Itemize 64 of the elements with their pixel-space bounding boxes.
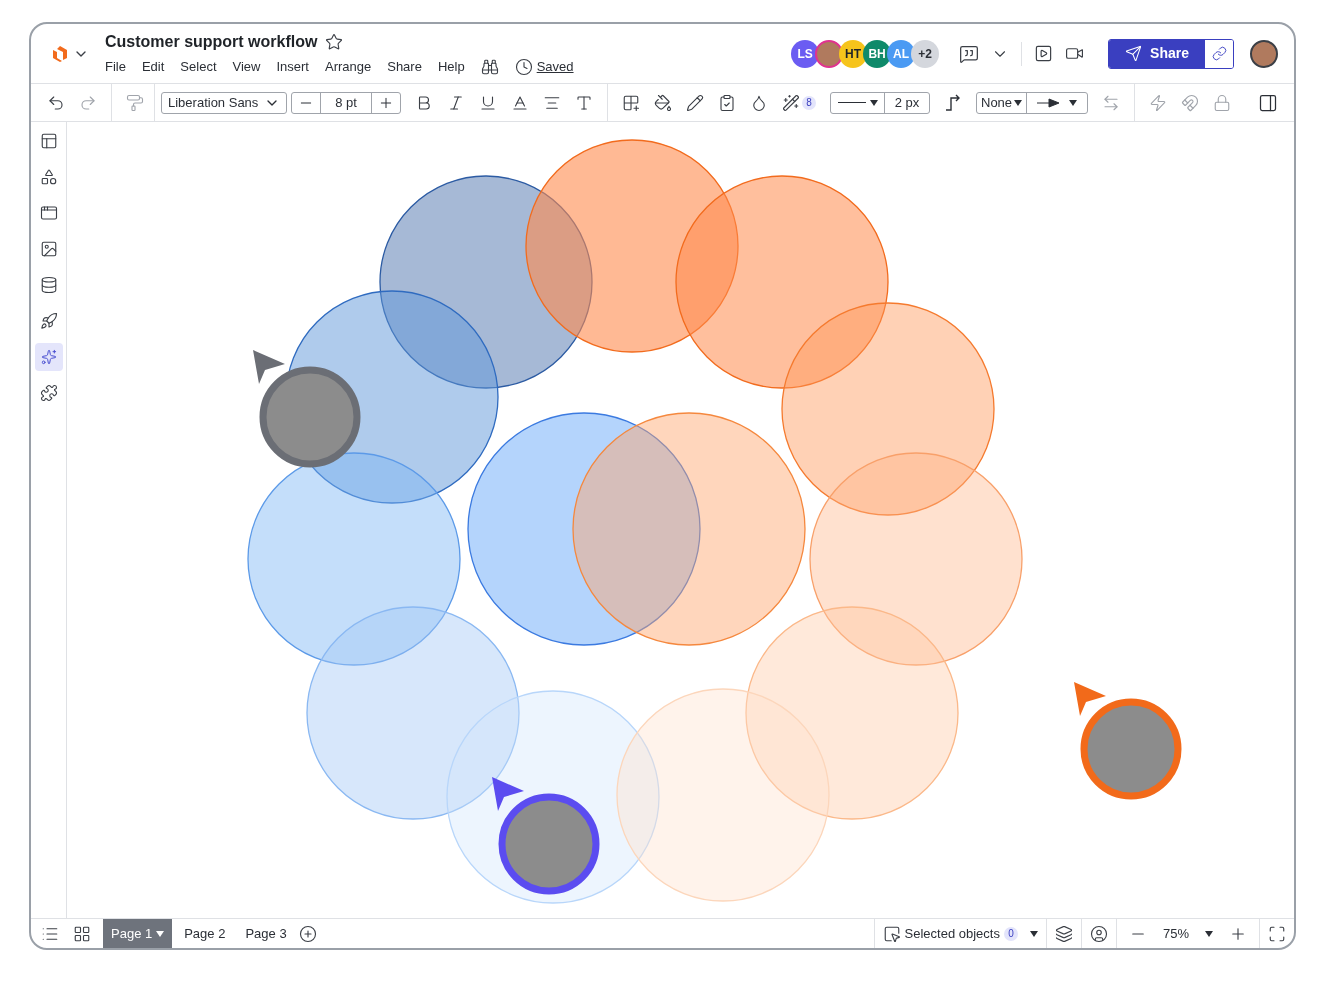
menu-item[interactable]: Edit — [141, 57, 165, 77]
clock-icon[interactable] — [514, 58, 533, 76]
line-style-select[interactable]: 2 px — [830, 91, 930, 114]
menu-item[interactable]: View — [232, 57, 261, 77]
menu-item[interactable]: Help — [437, 57, 465, 77]
caret-icon[interactable] — [869, 99, 878, 106]
selected-objects-label[interactable]: Selected objects — [904, 923, 1000, 944]
share-button[interactable]: Share — [1109, 39, 1205, 68]
text-size-icon[interactable] — [575, 93, 593, 112]
layers-icon[interactable] — [1054, 924, 1073, 943]
page-tab[interactable]: Page 1 — [103, 919, 173, 948]
shapes-icon[interactable] — [39, 168, 58, 186]
caret-icon[interactable] — [1205, 930, 1213, 937]
undo-icon[interactable] — [47, 93, 65, 112]
count-badge: 8 — [802, 95, 816, 110]
connector-icon[interactable] — [944, 93, 962, 112]
saved-status[interactable]: Saved — [536, 57, 574, 77]
frame-icon[interactable] — [39, 204, 58, 222]
data-icon[interactable] — [39, 276, 58, 294]
menu-item[interactable]: File — [105, 57, 126, 77]
italic-icon[interactable] — [447, 93, 465, 112]
document-title[interactable]: Customer support workflow — [105, 30, 318, 55]
menu-item[interactable]: Select — [180, 57, 217, 77]
puzzle-icon[interactable] — [39, 384, 58, 402]
zoom-level[interactable]: 75% — [1162, 923, 1189, 944]
panel-icon[interactable] — [1258, 92, 1278, 113]
magic-wand-icon[interactable] — [782, 93, 800, 112]
selection-icon[interactable] — [882, 924, 901, 943]
line-sample — [837, 102, 866, 103]
table-icon[interactable] — [622, 93, 640, 112]
opacity-icon[interactable] — [750, 93, 768, 112]
link-icon — [1211, 46, 1227, 61]
more-collaborators[interactable]: +2 — [911, 39, 940, 68]
count-badge: 0 — [1003, 926, 1018, 941]
grid-icon[interactable] — [73, 924, 91, 943]
menu-item[interactable]: Arrange — [324, 57, 372, 77]
rocket-icon[interactable] — [39, 312, 58, 330]
fill-color-icon[interactable] — [654, 93, 672, 112]
add-page-icon[interactable] — [298, 924, 317, 943]
user-avatar[interactable] — [1250, 39, 1278, 68]
font-size-stepper[interactable]: 8 pt — [291, 91, 401, 114]
caret-icon[interactable] — [1029, 930, 1038, 937]
page-tab[interactable]: Page 3 — [237, 919, 295, 948]
line-end-select[interactable]: None — [976, 91, 1088, 114]
sparkle-button[interactable] — [34, 343, 63, 371]
underline-icon[interactable] — [479, 93, 497, 112]
binoculars-icon[interactable] — [480, 58, 499, 76]
send-icon — [1125, 45, 1143, 62]
menu-item[interactable]: Insert — [276, 57, 309, 77]
caret-icon[interactable] — [1014, 99, 1023, 106]
caret-icon[interactable] — [1069, 99, 1078, 106]
line-color-icon[interactable] — [686, 93, 704, 112]
arrow-end-icon — [1037, 97, 1062, 108]
style-icon[interactable] — [718, 93, 736, 112]
star-icon[interactable] — [325, 33, 344, 52]
fullscreen-icon[interactable] — [1268, 924, 1286, 943]
present-icon[interactable] — [1034, 44, 1054, 63]
menu-item[interactable]: Share — [387, 57, 422, 77]
page-tab[interactable]: Page 2 — [176, 919, 234, 948]
comment-icon[interactable] — [959, 43, 980, 64]
template-icon[interactable] — [39, 132, 58, 150]
sparkle-icon — [40, 349, 57, 365]
image-icon[interactable] — [39, 240, 58, 258]
font-select[interactable]: Liberation Sans — [161, 91, 287, 114]
